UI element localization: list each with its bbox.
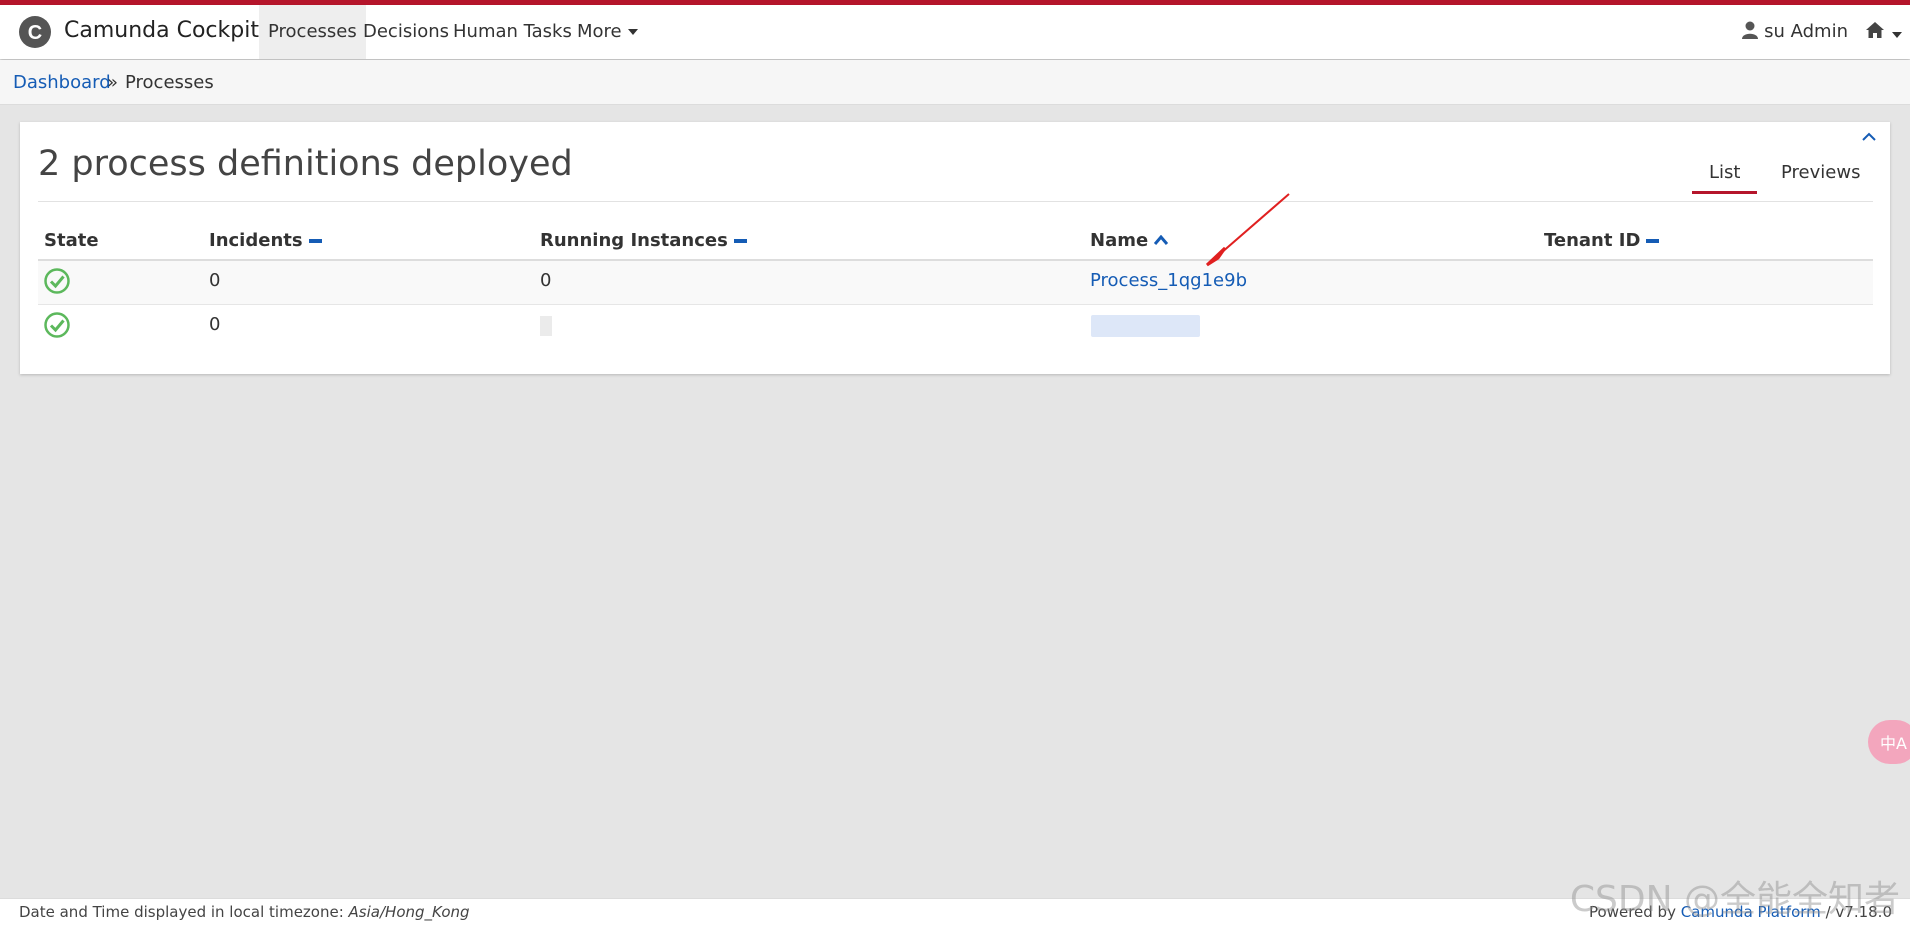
sort-icon[interactable] bbox=[308, 239, 322, 243]
redacted-process-name[interactable] bbox=[1091, 315, 1200, 337]
user-icon bbox=[1742, 21, 1759, 39]
sort-icon[interactable] bbox=[733, 239, 747, 243]
process-definitions-panel: 2 process definitions deployed List Prev… bbox=[20, 122, 1890, 374]
app-brand[interactable]: Camunda Cockpit bbox=[64, 18, 259, 43]
table-row bbox=[38, 305, 1873, 348]
running-instances-count: 0 bbox=[540, 270, 552, 291]
sort-ascending-icon[interactable] bbox=[1154, 234, 1169, 245]
breadcrumb-dashboard-link[interactable]: Dashboard bbox=[13, 72, 111, 93]
column-header-state: State bbox=[44, 230, 99, 251]
breadcrumb: Dashboard » Processes bbox=[0, 60, 1910, 105]
annotation-arrow-icon bbox=[1205, 193, 1290, 267]
chevron-down-icon bbox=[627, 29, 638, 35]
nav-more-dropdown[interactable]: More bbox=[568, 5, 647, 59]
column-header-name[interactable]: Name bbox=[1090, 230, 1169, 251]
camunda-logo-icon[interactable]: C bbox=[18, 15, 52, 49]
timezone-prefix: Date and Time displayed in local timezon… bbox=[19, 903, 344, 921]
incidents-count: 0 bbox=[209, 270, 221, 291]
home-icon bbox=[1865, 22, 1884, 38]
column-header-running-instances[interactable]: Running Instances bbox=[540, 230, 747, 251]
column-header-incidents-label: Incidents bbox=[209, 230, 303, 251]
home-menu[interactable] bbox=[1865, 21, 1902, 43]
column-header-incidents[interactable]: Incidents bbox=[209, 230, 322, 251]
process-name-link[interactable]: Process_1qg1e9b bbox=[1090, 270, 1247, 291]
incidents-count: 0 bbox=[209, 314, 221, 335]
table-row bbox=[38, 261, 1873, 305]
nav-processes[interactable]: Processes bbox=[259, 5, 366, 59]
column-header-name-label: Name bbox=[1090, 230, 1149, 251]
breadcrumb-current: Processes bbox=[125, 72, 214, 93]
check-circle-icon bbox=[44, 312, 70, 338]
watermark: CSDN @全能全知者 bbox=[1569, 879, 1900, 920]
page-title: 2 process definitions deployed bbox=[38, 144, 573, 184]
breadcrumb-separator: » bbox=[107, 72, 119, 93]
tab-list[interactable]: List bbox=[1709, 162, 1740, 183]
check-circle-icon bbox=[44, 268, 70, 294]
user-label: su Admin bbox=[1764, 21, 1848, 42]
redacted-block bbox=[540, 316, 552, 336]
nav-more-label: More bbox=[577, 21, 622, 42]
column-header-tenant-id[interactable]: Tenant ID bbox=[1544, 230, 1660, 251]
nav-human-tasks[interactable]: Human Tasks bbox=[444, 5, 581, 59]
chevron-up-icon[interactable] bbox=[1862, 132, 1876, 142]
translate-widget[interactable]: 中A bbox=[1868, 720, 1910, 764]
timezone-value: Asia/Hong_Kong bbox=[348, 903, 470, 921]
tab-previews[interactable]: Previews bbox=[1781, 162, 1860, 183]
active-tab-indicator bbox=[1692, 191, 1757, 194]
divider bbox=[38, 201, 1873, 202]
nav-decisions[interactable]: Decisions bbox=[354, 5, 458, 59]
column-header-tenant-label: Tenant ID bbox=[1544, 230, 1641, 251]
user-menu[interactable]: su Admin bbox=[1742, 5, 1848, 59]
timezone-note: Date and Time displayed in local timezon… bbox=[19, 903, 470, 921]
top-navbar: C Camunda Cockpit Processes Decisions Hu… bbox=[0, 5, 1910, 59]
chevron-down-icon bbox=[1892, 31, 1902, 38]
sort-icon[interactable] bbox=[1646, 239, 1660, 243]
column-header-running-label: Running Instances bbox=[540, 230, 728, 251]
translate-icon: 中A bbox=[1880, 734, 1907, 753]
svg-text:C: C bbox=[28, 22, 42, 44]
